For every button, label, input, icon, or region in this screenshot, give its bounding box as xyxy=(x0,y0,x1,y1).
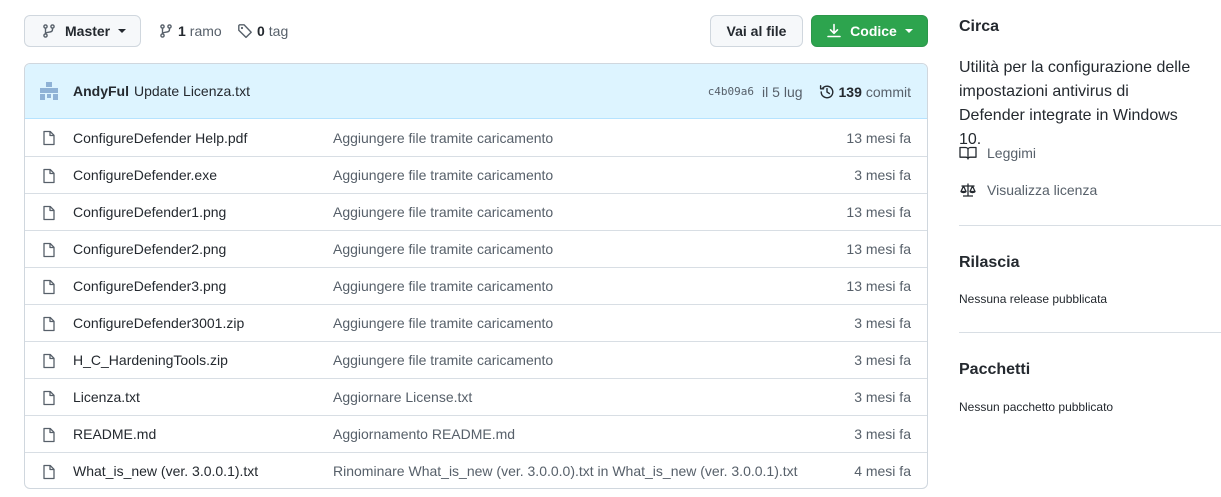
readme-label: Leggimi xyxy=(987,145,1037,161)
packages-heading[interactable]: Pacchetti xyxy=(959,361,1030,379)
file-name-link[interactable]: ConfigureDefender Help.pdf xyxy=(73,130,247,146)
readme-link[interactable]: Leggimi xyxy=(959,145,1036,161)
branches-count: 1 xyxy=(178,23,186,39)
chevron-down-icon xyxy=(904,29,913,33)
file-name-link[interactable]: README.md xyxy=(73,426,156,442)
file-icon xyxy=(41,464,57,480)
file-icon xyxy=(41,353,57,369)
file-icon xyxy=(41,205,57,221)
file-row[interactable]: What_is_new (ver. 3.0.0.1).txt Rinominare… xyxy=(25,452,927,488)
file-row[interactable]: ConfigureDefender3001.zip Aggiungere file… xyxy=(25,304,927,341)
license-link[interactable]: Visualizza licenza xyxy=(959,182,1097,198)
file-age: 4 mesi fa xyxy=(854,463,911,479)
file-commit-message-link[interactable]: Aggiungere file tramite caricamento xyxy=(333,130,553,146)
file-age: 3 mesi fa xyxy=(854,352,911,368)
file-age: 13 mesi fa xyxy=(846,129,911,146)
file-commit-message-link[interactable]: Aggiungere file tramite caricamento xyxy=(333,241,553,257)
commit-history-link[interactable]: 139 commit xyxy=(819,84,911,100)
tags-link[interactable]: 0 tag xyxy=(237,15,288,47)
download-icon xyxy=(826,23,842,39)
file-age: 13 mesi fa xyxy=(846,204,911,220)
file-icon xyxy=(41,279,57,295)
file-commit-message-link[interactable]: Rinominare What_is_new (ver. 3.0.0.0).tx… xyxy=(333,463,798,479)
commit-date[interactable]: il 5 lug xyxy=(762,84,802,100)
code-button[interactable]: Codice xyxy=(811,15,928,47)
git-branch-icon xyxy=(41,23,57,39)
file-name-link[interactable]: What_is_new (ver. 3.0.0.1).txt xyxy=(73,463,258,479)
file-name-link[interactable]: ConfigureDefender.exe xyxy=(73,167,217,183)
file-age: 3 mesi fa xyxy=(854,167,911,183)
tags-count: 0 xyxy=(257,23,265,39)
file-list: AndyFul Update Licenza.txt c4b09a6 il 5 … xyxy=(24,63,928,489)
file-icon xyxy=(41,242,57,258)
git-branch-icon xyxy=(158,23,174,39)
about-heading: Circa xyxy=(959,18,1000,35)
file-row[interactable]: Licenza.txt Aggiornare License.txt 3 mesi … xyxy=(25,378,927,415)
file-name-link[interactable]: ConfigureDefender3001.zip xyxy=(73,315,244,331)
file-row[interactable]: H_C_HardeningTools.zip Aggiungere file tr… xyxy=(25,341,927,378)
commits-label: commit xyxy=(865,83,911,100)
file-commit-message-link[interactable]: Aggiungere file tramite caricamento xyxy=(333,278,553,294)
file-name-link[interactable]: ConfigureDefender2.png xyxy=(73,241,226,257)
releases-empty-text: Nessuna release pubblicata xyxy=(959,292,1108,306)
packages-empty-text: Nessun pacchetto pubblicato xyxy=(959,400,1114,414)
sidebar-divider xyxy=(959,332,1221,333)
repo-toolbar: Master 1 ramo 0 tag Vai al file Codice xyxy=(24,15,928,47)
file-icon xyxy=(41,130,57,146)
file-rows: ConfigureDefender Help.pdf Aggiungere fil… xyxy=(25,119,927,488)
branch-name: Master xyxy=(65,23,111,39)
code-label: Codice xyxy=(850,23,897,39)
file-icon xyxy=(41,427,57,443)
about-description: Utilità per la configurazione delle impo… xyxy=(959,59,1191,148)
file-name-link[interactable]: Licenza.txt xyxy=(73,389,140,405)
file-icon xyxy=(41,390,57,406)
file-commit-message-link[interactable]: Aggiungere file tramite caricamento xyxy=(333,352,553,368)
file-commit-message-link[interactable]: Aggiornamento README.md xyxy=(333,426,515,442)
file-row[interactable]: README.md Aggiornamento README.md 3 mesi f… xyxy=(25,415,927,452)
latest-commit-bar: AndyFul Update Licenza.txt c4b09a6 il 5 … xyxy=(25,64,927,119)
law-icon xyxy=(959,182,977,198)
commit-sha[interactable]: c4b09a6 xyxy=(708,85,754,98)
file-age: 3 mesi fa xyxy=(854,426,911,442)
file-name-link[interactable]: H_C_HardeningTools.zip xyxy=(73,352,228,368)
file-commit-message-link[interactable]: Aggiornare License.txt xyxy=(333,389,472,405)
releases-heading[interactable]: Rilascia xyxy=(959,254,1019,272)
commit-message[interactable]: Update Licenza.txt xyxy=(134,83,250,99)
branches-link[interactable]: 1 ramo xyxy=(158,15,222,47)
file-icon xyxy=(41,168,57,184)
file-name-link[interactable]: ConfigureDefender1.png xyxy=(73,204,226,220)
go-to-file-button[interactable]: Vai al file xyxy=(710,15,803,47)
history-icon xyxy=(819,84,835,100)
commits-count: 139 xyxy=(838,83,862,100)
avatar[interactable] xyxy=(39,81,59,101)
file-name-link[interactable]: ConfigureDefender3.png xyxy=(73,278,226,294)
tags-label: tag xyxy=(268,23,289,39)
tag-icon xyxy=(237,23,253,39)
file-row[interactable]: ConfigureDefender.exe Aggiungere file tra… xyxy=(25,156,927,193)
file-icon xyxy=(41,316,57,332)
file-row[interactable]: ConfigureDefender3.png Aggiungere file tr… xyxy=(25,267,927,304)
go-to-file-label: Vai al file xyxy=(726,23,787,39)
file-row[interactable]: ConfigureDefender1.png Aggiungere file tr… xyxy=(25,193,927,230)
file-age: 3 mesi fa xyxy=(854,315,911,331)
file-age: 13 mesi fa xyxy=(846,278,911,294)
branches-label: ramo xyxy=(189,23,222,39)
file-row[interactable]: ConfigureDefender Help.pdf Aggiungere fil… xyxy=(25,119,927,156)
file-age: 13 mesi fa xyxy=(846,241,911,257)
sidebar-divider xyxy=(959,225,1221,226)
file-commit-message-link[interactable]: Aggiungere file tramite caricamento xyxy=(333,167,553,183)
branch-select-button[interactable]: Master xyxy=(24,15,141,47)
chevron-down-icon xyxy=(118,29,127,33)
file-commit-message-link[interactable]: Aggiungere file tramite caricamento xyxy=(333,315,553,331)
license-label: Visualizza licenza xyxy=(987,182,1098,198)
file-age: 3 mesi fa xyxy=(854,389,911,405)
commit-author[interactable]: AndyFul xyxy=(73,83,129,99)
file-commit-message-link[interactable]: Aggiungere file tramite caricamento xyxy=(333,204,553,220)
commit-meta: c4b09a6 il 5 lug 139 commit xyxy=(708,64,911,119)
book-icon xyxy=(959,145,977,161)
file-row[interactable]: ConfigureDefender2.png Aggiungere file tr… xyxy=(25,230,927,267)
